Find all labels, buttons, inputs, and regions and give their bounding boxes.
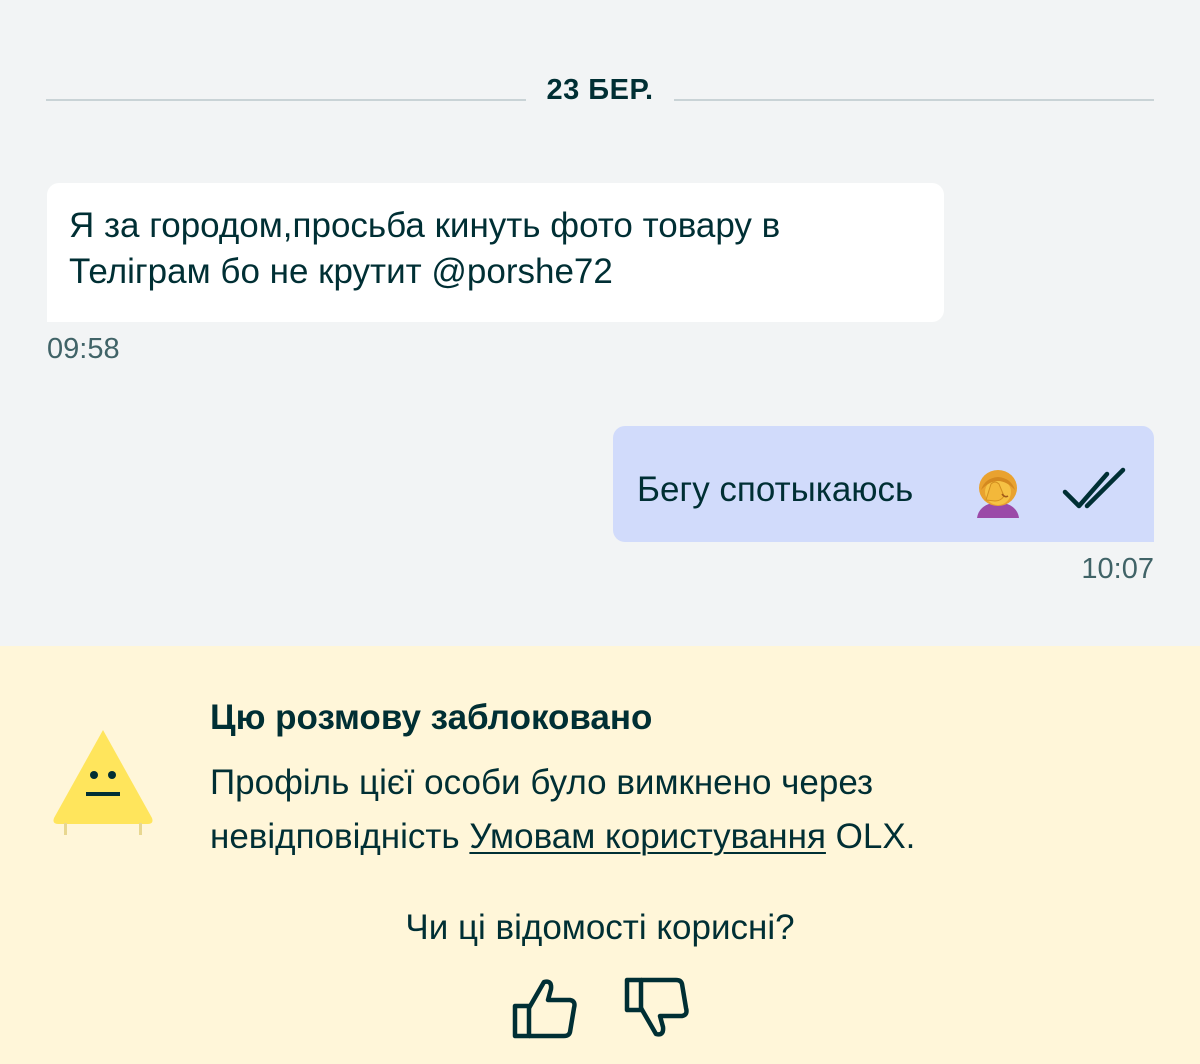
chat-area: 23 БЕР. Я за городом,просьба кинуть фото… bbox=[0, 0, 1200, 646]
incoming-message-bubble[interactable]: Я за городом,просьба кинуть фото товару … bbox=[47, 183, 944, 322]
blocked-description: Профіль цієї особи було вимкнено через н… bbox=[210, 756, 1110, 864]
thumbs-down-button[interactable] bbox=[622, 976, 692, 1040]
blocked-description-line-2: невідповідність Умовам користування OLX. bbox=[210, 810, 1110, 864]
double-check-icon bbox=[1062, 467, 1126, 509]
feedback-question: Чи ці відомості корисні? bbox=[405, 908, 795, 947]
blocked-conversation-panel: Цю розмову заблоковано Профіль цієї особ… bbox=[0, 646, 1200, 1064]
incoming-message-line-1: Я за городом,просьба кинуть фото товару … bbox=[69, 206, 781, 245]
date-label: 23 БЕР. bbox=[546, 74, 654, 106]
date-separator: 23 БЕР. bbox=[46, 72, 1154, 112]
thumbs-up-button[interactable] bbox=[510, 976, 580, 1040]
blocked-description-line-1: Профіль цієї особи було вимкнено через bbox=[210, 763, 874, 802]
blocked-description-prefix: невідповідність bbox=[210, 817, 470, 856]
outgoing-message-time: 10:07 bbox=[1081, 553, 1154, 585]
incoming-message-time: 09:58 bbox=[47, 333, 120, 365]
warning-sign-icon bbox=[53, 730, 153, 835]
outgoing-message-text: Бегу спотыкаюсь bbox=[637, 470, 914, 509]
thumbs-up-icon bbox=[512, 979, 577, 1039]
blocked-description-suffix: OLX. bbox=[825, 817, 916, 856]
outgoing-message-bubble[interactable]: Бегу спотыкаюсь bbox=[613, 426, 1154, 542]
facepalm-woman-icon bbox=[977, 470, 1019, 518]
divider-right bbox=[674, 99, 1154, 101]
thumbs-down-icon bbox=[624, 977, 689, 1037]
blocked-title: Цю розмову заблоковано bbox=[210, 698, 653, 737]
terms-of-use-link[interactable]: Умовам користування bbox=[469, 817, 826, 856]
incoming-message-line-2: Теліграм бо не крутит @porshe72 bbox=[69, 252, 613, 291]
